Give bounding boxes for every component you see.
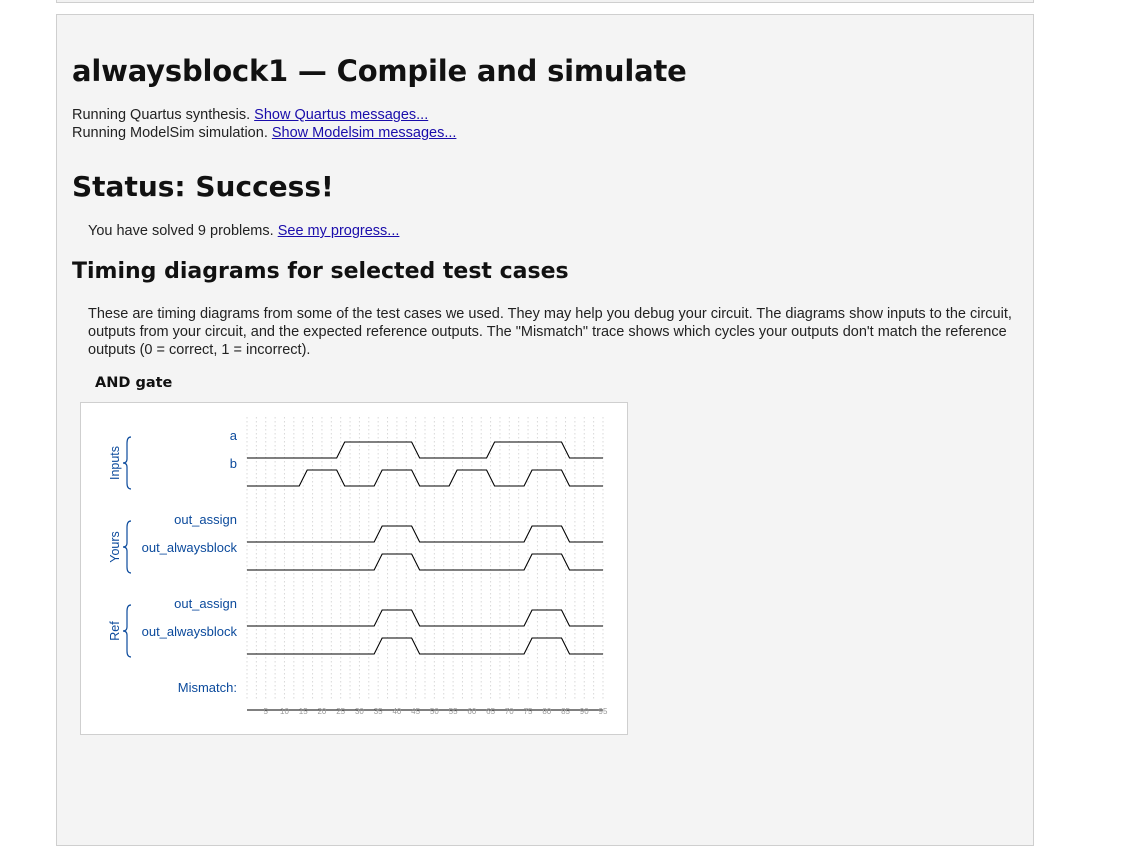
time-tick-label: 10 xyxy=(280,707,289,716)
time-tick-label: 25 xyxy=(336,707,345,716)
time-tick-label: 75 xyxy=(524,707,533,716)
modelsim-status-line: Running ModelSim simulation. Show Models… xyxy=(72,125,456,141)
time-tick-label: 60 xyxy=(467,707,476,716)
show-quartus-messages-link[interactable]: Show Quartus messages... xyxy=(254,107,428,123)
signal-label-inputs-b: b xyxy=(230,456,237,471)
time-tick-label: 95 xyxy=(599,707,608,716)
timing-diagram-svg: Inputs ab Yours out_assign out_alwaysblock Re… xyxy=(108,417,608,716)
time-tick-label: 30 xyxy=(355,707,364,716)
group-label-ref: Ref xyxy=(108,621,122,641)
time-tick-label: 65 xyxy=(486,707,495,716)
signal-label-yours-out-alwaysblock: out_alwaysblock xyxy=(142,540,238,555)
group-label-inputs: Inputs xyxy=(108,446,122,480)
modelsim-status-text: Running ModelSim simulation. xyxy=(72,125,268,141)
group-label-yours: Yours xyxy=(108,531,122,563)
time-tick-label: 85 xyxy=(561,707,570,716)
time-tick-label: 40 xyxy=(392,707,401,716)
timing-diagram: Inputs a b Yours out_assign out_alwaysblock Re… xyxy=(80,402,628,735)
timing-description: These are timing diagrams from some of t… xyxy=(88,306,1012,358)
time-tick-label: 80 xyxy=(542,707,551,716)
group-brace-ref xyxy=(122,604,132,658)
signal-label-inputs-a: a xyxy=(230,428,238,443)
signal-label-mismatch: Mismatch: xyxy=(178,680,237,695)
time-tick-label: 90 xyxy=(580,707,589,716)
previous-panel-edge xyxy=(56,0,1034,3)
show-modelsim-messages-link[interactable]: Show Modelsim messages... xyxy=(272,125,457,141)
time-tick-label: 5 xyxy=(264,707,269,716)
test-case-title: AND gate xyxy=(95,375,173,391)
status-heading: Status: Success! xyxy=(72,170,334,203)
time-tick-label: 55 xyxy=(449,707,458,716)
see-my-progress-link[interactable]: See my progress... xyxy=(278,223,400,239)
group-brace-inputs xyxy=(122,436,132,490)
signal-label-ref-out-alwaysblock: out_alwaysblock xyxy=(142,624,238,639)
time-tick-label: 35 xyxy=(374,707,383,716)
timing-diagrams-heading: Timing diagrams for selected test cases xyxy=(72,259,569,284)
time-tick-label: 70 xyxy=(505,707,514,716)
signal-label-ref-out-assign: out_assign xyxy=(174,596,237,611)
time-tick-label: 15 xyxy=(299,707,308,716)
time-tick-label: 45 xyxy=(411,707,420,716)
time-tick-label: 20 xyxy=(317,707,326,716)
quartus-status-line: Running Quartus synthesis. Show Quartus … xyxy=(72,107,428,123)
solved-count-text: You have solved 9 problems. xyxy=(88,223,274,239)
page-title: alwaysblock1 — Compile and simulate xyxy=(72,54,687,88)
group-brace-yours xyxy=(122,520,132,574)
time-tick-label: 50 xyxy=(430,707,439,716)
signal-label-yours-out-assign: out_assign xyxy=(174,512,237,527)
solved-count-line: You have solved 9 problems. See my progr… xyxy=(88,223,399,239)
quartus-status-text: Running Quartus synthesis. xyxy=(72,107,251,123)
